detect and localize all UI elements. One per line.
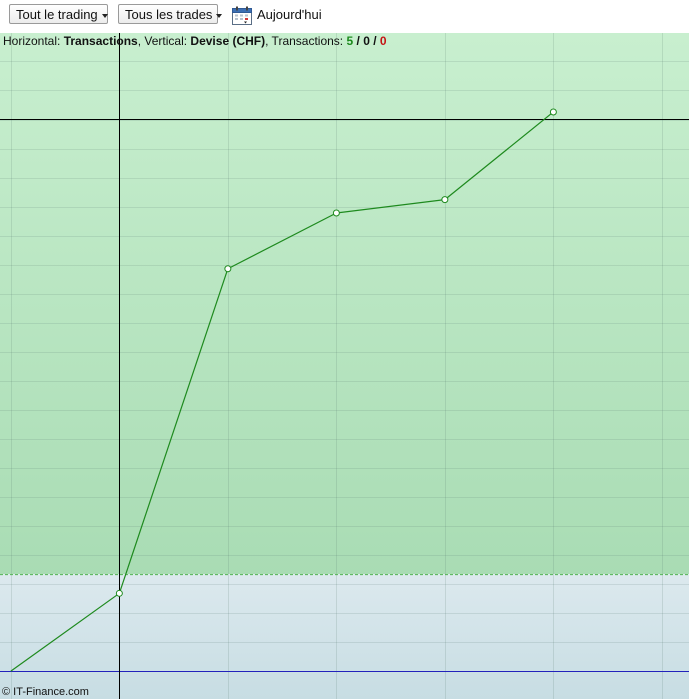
equity-chart[interactable] <box>0 33 689 699</box>
chart-info-bar: Horizontal: Transactions, Vertical: Devi… <box>3 34 387 48</box>
transactions-label: , Transactions: <box>265 34 347 48</box>
chevron-down-icon <box>101 13 108 18</box>
vertical-label: , Vertical: <box>137 34 191 48</box>
today-label: Aujourd'hui <box>257 7 322 22</box>
today-button[interactable]: Aujourd'hui <box>232 4 322 26</box>
toolbar: Tout le trading Tous les trades Aujourd'… <box>0 0 689 33</box>
data-point[interactable] <box>441 196 449 204</box>
profit-zone <box>0 33 689 575</box>
count-separator: / <box>369 34 380 48</box>
scope-dropdown-label: Tout le trading <box>16 7 98 22</box>
chevron-down-icon <box>216 13 223 18</box>
data-point[interactable] <box>549 108 557 116</box>
data-point[interactable] <box>115 589 123 597</box>
copyright: © IT-Finance.com <box>2 686 89 698</box>
data-point[interactable] <box>332 209 340 217</box>
scope-dropdown[interactable]: Tout le trading <box>9 4 108 24</box>
neutral-zone <box>0 574 689 699</box>
horizontal-label: Horizontal: <box>3 34 64 48</box>
vertical-value: Devise (CHF) <box>190 34 266 48</box>
transactions-count-loss: 0 <box>379 34 387 48</box>
data-point[interactable] <box>224 265 232 273</box>
transactions-count-neutral: 0 <box>363 34 370 48</box>
calendar-icon <box>232 6 252 26</box>
horizontal-value: Transactions <box>63 34 138 48</box>
trades-dropdown-label: Tous les trades <box>125 7 213 22</box>
count-separator: / <box>353 34 364 48</box>
trades-dropdown[interactable]: Tous les trades <box>118 4 223 24</box>
